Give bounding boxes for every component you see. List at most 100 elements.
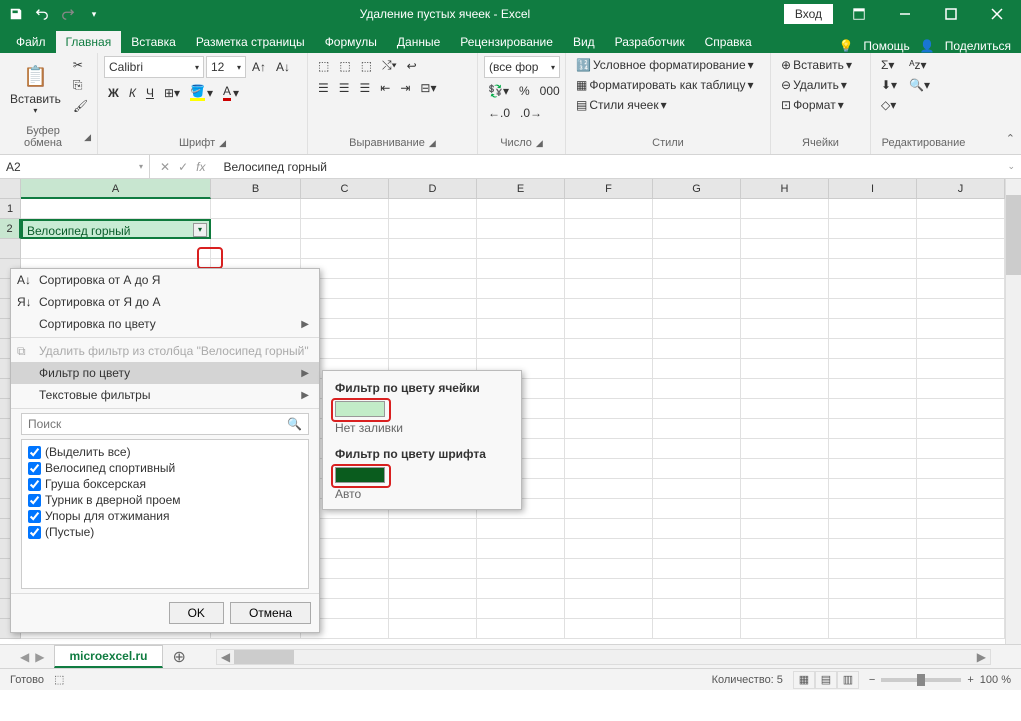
cell-J21[interactable] [917, 599, 1005, 619]
column-header-E[interactable]: E [477, 179, 565, 199]
cell-I16[interactable] [829, 499, 917, 519]
cell-I3[interactable] [829, 239, 917, 259]
cell-E2[interactable] [477, 219, 565, 239]
cell-G12[interactable] [653, 419, 741, 439]
cell-H21[interactable] [741, 599, 829, 619]
column-header-D[interactable]: D [389, 179, 477, 199]
cell-G17[interactable] [653, 519, 741, 539]
cell-H13[interactable] [741, 439, 829, 459]
cell-E20[interactable] [477, 579, 565, 599]
maximize-icon[interactable] [931, 0, 971, 28]
filter-checkbox[interactable] [28, 462, 41, 475]
cell-H18[interactable] [741, 539, 829, 559]
cell-F15[interactable] [565, 479, 653, 499]
tab-file[interactable]: Файл [6, 31, 56, 53]
cell-F20[interactable] [565, 579, 653, 599]
cell-G21[interactable] [653, 599, 741, 619]
filter-check-item[interactable]: (Пустые) [26, 524, 304, 540]
cell-D7[interactable] [389, 319, 477, 339]
tab-view[interactable]: Вид [563, 31, 605, 53]
merge-icon[interactable]: ⊟▾ [416, 79, 440, 97]
decrease-font-icon[interactable]: A↓ [272, 58, 294, 76]
wrap-text-icon[interactable]: ↩ [403, 57, 421, 75]
cell-I17[interactable] [829, 519, 917, 539]
conditional-format-button[interactable]: 🔢 Условное форматирование▾ [572, 56, 758, 74]
cell-H15[interactable] [741, 479, 829, 499]
bold-button[interactable]: Ж [104, 84, 123, 102]
cell-I9[interactable] [829, 359, 917, 379]
cell-G20[interactable] [653, 579, 741, 599]
cell-H4[interactable] [741, 259, 829, 279]
align-top-icon[interactable]: ⬚ [314, 57, 333, 75]
cell-G10[interactable] [653, 379, 741, 399]
fx-icon[interactable]: fx [196, 160, 205, 174]
row-header-3[interactable] [0, 239, 21, 259]
undo-icon[interactable] [30, 2, 54, 26]
cell-D2[interactable] [389, 219, 477, 239]
paste-button[interactable]: 📋 Вставить ▾ [6, 56, 65, 119]
cell-G15[interactable] [653, 479, 741, 499]
cut-icon[interactable]: ✂ [69, 56, 92, 74]
cell-A1[interactable] [21, 199, 211, 219]
cell-G9[interactable] [653, 359, 741, 379]
cell-I2[interactable] [829, 219, 917, 239]
cell-F16[interactable] [565, 499, 653, 519]
filter-check-item[interactable]: Велосипед спортивный [26, 460, 304, 476]
cell-G14[interactable] [653, 459, 741, 479]
alignment-launcher-icon[interactable]: ◢ [429, 138, 436, 149]
filter-by-color-item[interactable]: Фильтр по цвету▶ [11, 362, 319, 384]
cell-H12[interactable] [741, 419, 829, 439]
filter-check-item[interactable]: (Выделить все) [26, 444, 304, 460]
cell-H8[interactable] [741, 339, 829, 359]
view-page-icon[interactable]: ▤ [815, 671, 837, 689]
cell-E21[interactable] [477, 599, 565, 619]
column-header-I[interactable]: I [829, 179, 917, 199]
cell-I22[interactable] [829, 619, 917, 639]
increase-indent-icon[interactable]: ⇥ [396, 79, 414, 97]
filter-search-box[interactable]: 🔍 [21, 413, 309, 435]
number-launcher-icon[interactable]: ◢ [536, 138, 543, 149]
cell-G3[interactable] [653, 239, 741, 259]
cell-B2[interactable] [211, 219, 301, 239]
new-sheet-icon[interactable]: ⊕ [163, 647, 196, 667]
align-middle-icon[interactable]: ⬚ [335, 57, 354, 75]
cell-H10[interactable] [741, 379, 829, 399]
cell-J17[interactable] [917, 519, 1005, 539]
decrease-indent-icon[interactable]: ⇤ [376, 79, 394, 97]
cell-H11[interactable] [741, 399, 829, 419]
view-normal-icon[interactable]: ▦ [793, 671, 815, 689]
cell-I19[interactable] [829, 559, 917, 579]
cell-color-swatch[interactable] [335, 401, 385, 417]
filter-search-input[interactable] [22, 414, 281, 434]
cell-E6[interactable] [477, 299, 565, 319]
sort-ascending-item[interactable]: A↓Сортировка от А до Я [11, 269, 319, 291]
cell-J5[interactable] [917, 279, 1005, 299]
column-header-C[interactable]: C [301, 179, 389, 199]
cell-I21[interactable] [829, 599, 917, 619]
cell-E1[interactable] [477, 199, 565, 219]
tab-data[interactable]: Данные [387, 31, 450, 53]
cell-I12[interactable] [829, 419, 917, 439]
font-size-combo[interactable]: 12 ▾ [206, 56, 246, 78]
collapse-ribbon-icon[interactable]: ⌃ [1006, 132, 1015, 145]
sort-by-color-item[interactable]: Сортировка по цвету▶ [11, 313, 319, 335]
cell-I11[interactable] [829, 399, 917, 419]
clipboard-launcher-icon[interactable]: ◢ [84, 132, 91, 143]
filter-cancel-button[interactable]: Отмена [230, 602, 311, 624]
cell-F18[interactable] [565, 539, 653, 559]
cell-G13[interactable] [653, 439, 741, 459]
cell-D17[interactable] [389, 519, 477, 539]
sheet-tab-active[interactable]: microexcel.ru [54, 645, 162, 668]
tab-home[interactable]: Главная [56, 31, 122, 53]
cell-F19[interactable] [565, 559, 653, 579]
cell-H16[interactable] [741, 499, 829, 519]
cell-H2[interactable] [741, 219, 829, 239]
tab-developer[interactable]: Разработчик [605, 31, 695, 53]
copy-icon[interactable]: ⎘ [69, 76, 92, 95]
italic-button[interactable]: К [125, 84, 140, 102]
fill-color-icon[interactable]: 🪣▾ [186, 82, 217, 103]
increase-decimal-icon[interactable]: ←.0 [484, 104, 514, 122]
minimize-icon[interactable] [885, 0, 925, 28]
cell-D20[interactable] [389, 579, 477, 599]
column-header-H[interactable]: H [741, 179, 829, 199]
